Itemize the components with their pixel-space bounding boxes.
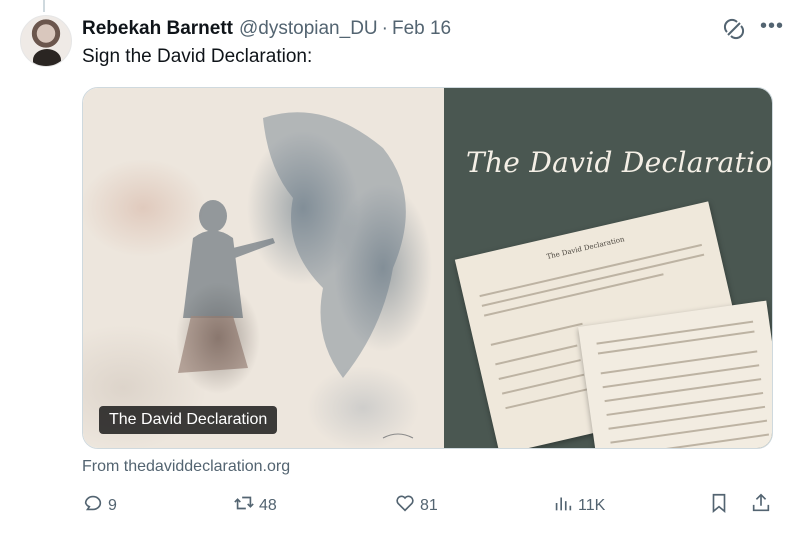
reply-button[interactable]: 9 (82, 492, 117, 519)
paper-line (483, 273, 664, 317)
more-icon[interactable]: ••• (760, 15, 784, 38)
paper-line (597, 330, 755, 355)
reply-icon (82, 492, 104, 519)
action-bar: 9 48 81 11K (82, 492, 784, 522)
paper-line (612, 433, 770, 448)
image-caption: The David Declaration (99, 406, 278, 434)
separator-dot: · (381, 18, 388, 39)
views-button[interactable]: 11K (552, 492, 605, 519)
david-figure-illustration (178, 112, 414, 439)
retweet-button[interactable]: 48 (233, 492, 277, 519)
paper-line (490, 322, 583, 346)
like-button[interactable]: 81 (394, 492, 438, 519)
avatar-figure (33, 49, 61, 66)
tweet-date[interactable]: Feb 16 (392, 18, 451, 40)
card-title: The David Declaration (466, 146, 773, 179)
card-source-link[interactable]: From thedaviddeclaration.org (82, 458, 290, 476)
retweet-icon (233, 492, 255, 519)
views-icon (552, 492, 574, 519)
tweet-header: Rebekah Barnett @dystopian_DU · Feb 16 •… (82, 15, 784, 41)
share-icon (750, 492, 772, 519)
paper-line (600, 350, 758, 375)
bookmark-button[interactable] (708, 492, 730, 519)
paper-line (505, 388, 588, 410)
like-count: 81 (420, 496, 438, 514)
thread-line (43, 0, 45, 12)
share-button[interactable] (750, 492, 772, 519)
declaration-panel: The David Declaration The David Declarat… (444, 88, 772, 448)
retweet-count: 48 (259, 496, 277, 514)
watercolor-illustration: The David Declaration (83, 88, 444, 448)
author-name[interactable]: Rebekah Barnett (82, 18, 233, 40)
link-card[interactable]: The David Declaration The David Declarat… (82, 87, 773, 449)
heart-icon (394, 492, 416, 519)
tweet-text: Sign the David Declaration: (82, 46, 313, 67)
bookmark-icon (708, 492, 730, 519)
grok-icon[interactable] (722, 17, 746, 41)
avatar[interactable] (20, 15, 72, 67)
reply-count: 9 (108, 496, 117, 514)
declaration-paper-second (578, 300, 772, 448)
views-count: 11K (578, 496, 606, 514)
author-handle[interactable]: @dystopian_DU (239, 18, 378, 40)
